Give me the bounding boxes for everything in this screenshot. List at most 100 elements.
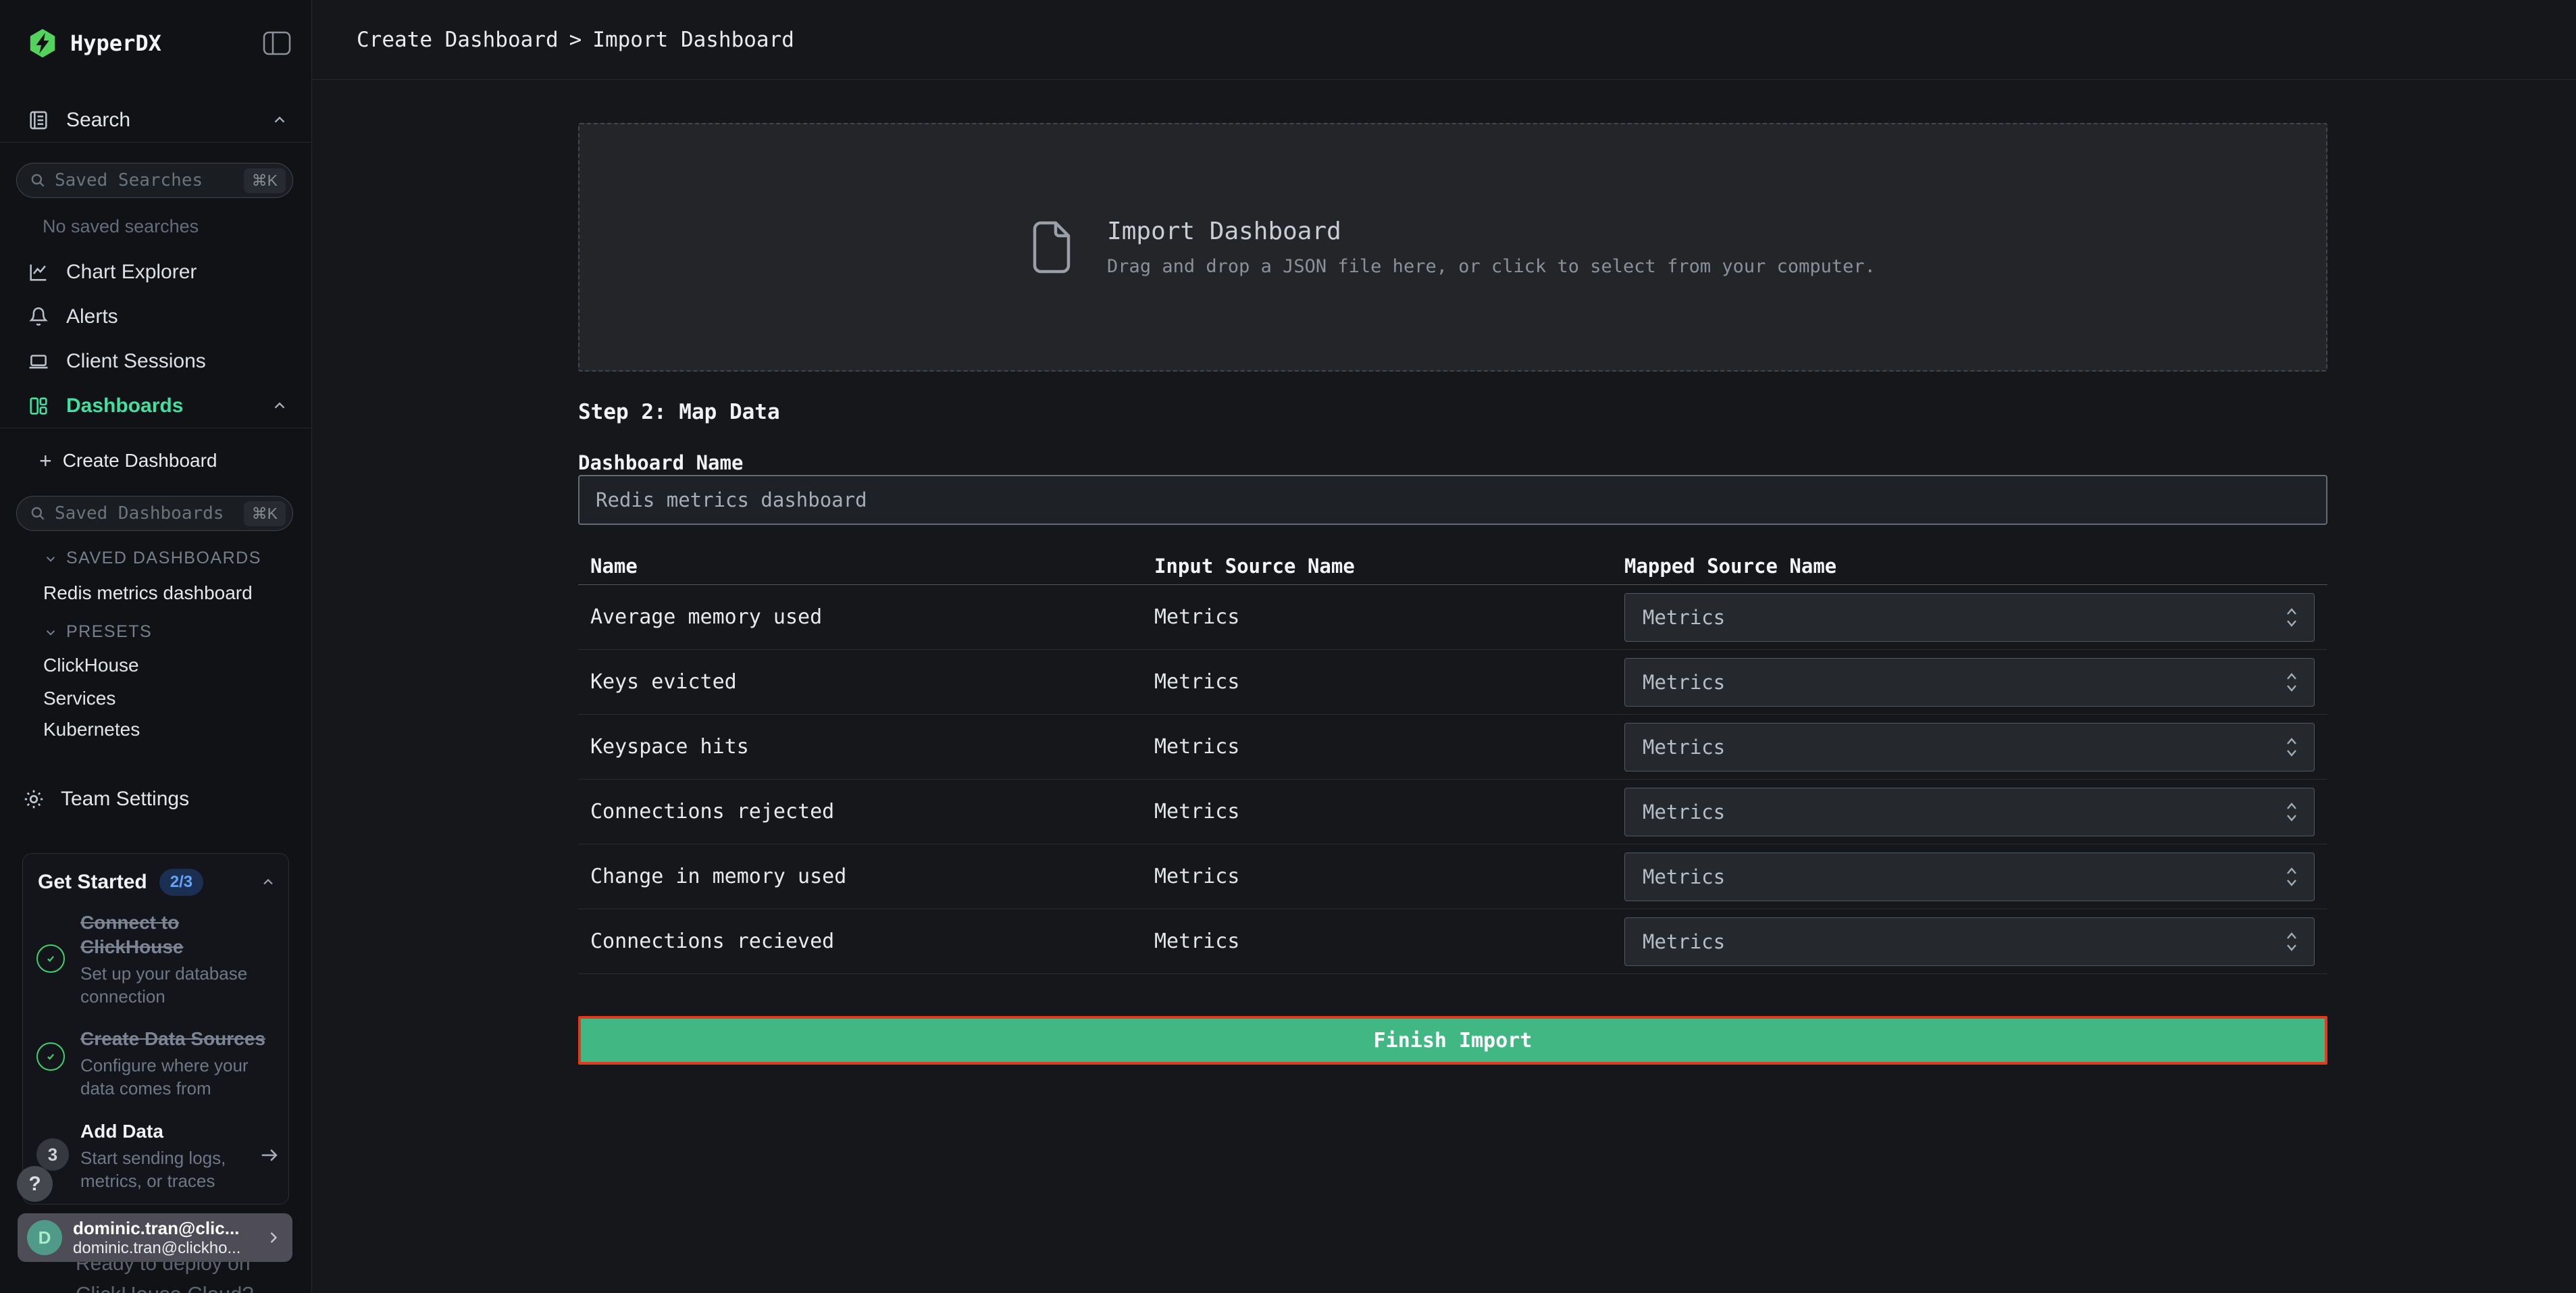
row-input-source: Metrics [1154,865,1624,888]
laptop-icon [27,350,50,373]
mapped-source-value: Metrics [1643,930,2284,953]
import-dropzone[interactable]: Import Dashboard Drag and drop a JSON fi… [578,123,2327,372]
finish-import-button[interactable]: Finish Import [578,1016,2327,1065]
column-header-mapped-source: Mapped Source Name [1624,555,2327,578]
mapped-source-select[interactable]: Metrics [1624,593,2315,642]
team-settings-button[interactable]: Team Settings [22,780,288,818]
preset-item-kubernetes[interactable]: Kubernetes [43,715,140,744]
mapped-source-select[interactable]: Metrics [1624,788,2315,836]
table-row: Average memory used Metrics Metrics [578,585,2327,650]
mapped-source-select[interactable]: Metrics [1624,723,2315,771]
sidebar-collapse-icon[interactable] [263,31,291,55]
user-account-chip[interactable]: D dominic.tran@clic... dominic.tran@clic… [18,1213,292,1262]
sidebar-search-label: Search [66,109,130,132]
get-started-item-title: Create Data Sources [80,1027,273,1051]
select-chevrons-icon [2284,930,2299,954]
search-icon [29,505,47,522]
get-started-item-title: Connect to ClickHouse [80,911,273,959]
row-input-source: Metrics [1154,670,1624,694]
step-number-badge: 3 [36,1138,69,1171]
column-header-input-source: Input Source Name [1154,555,1624,578]
get-started-item-add-data[interactable]: Add Data Start sending logs, metrics, or… [80,1119,249,1192]
mapped-source-select[interactable]: Metrics [1624,853,2315,901]
table-row: Change in memory used Metrics Metrics [578,844,2327,909]
row-name: Change in memory used [578,865,1154,888]
sidebar-item-dashboards[interactable]: Dashboards [27,384,288,428]
saved-dashboards-section-header[interactable]: SAVED DASHBOARDS [43,549,261,568]
row-name: Average memory used [578,605,1154,629]
mapped-source-select[interactable]: Metrics [1624,917,2315,966]
saved-searches-placeholder: Saved Searches [55,170,244,191]
preset-item-clickhouse[interactable]: ClickHouse [43,651,139,680]
sidebar-section-search[interactable]: Search [27,99,288,142]
sidebar-item-label: Chart Explorer [66,261,197,284]
table-row: Connections recieved Metrics Metrics [578,909,2327,974]
table-row: Connections rejected Metrics Metrics [578,780,2327,844]
get-started-progress-badge: 2/3 [159,869,203,896]
chevron-down-icon [43,625,58,640]
user-name: dominic.tran@clic... [73,1218,264,1239]
row-input-source: Metrics [1154,930,1624,953]
dropzone-subtitle: Drag and drop a JSON file here, or click… [1107,256,1876,277]
get-started-item-title: Add Data [80,1119,249,1144]
mapped-source-value: Metrics [1643,865,2284,888]
chevron-up-icon[interactable] [271,397,288,415]
help-button[interactable]: ? [17,1166,53,1202]
select-chevrons-icon [2284,605,2299,630]
sidebar-item-client-sessions[interactable]: Client Sessions [27,340,288,383]
arrow-right-icon[interactable] [258,1144,281,1167]
get-started-item-subtitle: Configure where your data comes from [80,1054,273,1100]
dashboard-layout-icon [27,395,50,417]
bell-icon [27,305,50,328]
sidebar-item-label: Alerts [66,305,118,328]
step-title: Step 2: Map Data [578,400,2327,424]
mapped-source-value: Metrics [1643,671,2284,694]
get-started-item-subtitle: Start sending logs, metrics, or traces [80,1146,249,1192]
chevron-up-icon[interactable] [271,111,288,129]
sidebar-header: HyperDX [27,24,291,62]
file-icon [1030,220,1073,274]
sidebar-item-alerts[interactable]: Alerts [27,295,288,338]
saved-dashboard-item[interactable]: Redis metrics dashboard [43,578,253,608]
table-header: Name Input Source Name Mapped Source Nam… [578,547,2327,585]
mapped-source-value: Metrics [1643,606,2284,629]
saved-searches-input[interactable]: Saved Searches ⌘K [16,163,293,198]
get-started-card: Get Started 2/3 Connect to ClickHouse Se… [22,853,289,1205]
sidebar-item-chart-explorer[interactable]: Chart Explorer [27,251,288,294]
chevron-up-icon[interactable] [260,874,276,890]
get-started-item-subtitle: Set up your database connection [80,962,273,1008]
shortcut-badge: ⌘K [244,501,286,526]
hyperdx-app: HyperDX Search Saved Searches ⌘K No sa [0,0,2576,1293]
dashboard-name-input[interactable] [578,475,2327,525]
create-dashboard-label: Create Dashboard [63,450,217,472]
promo-line-2: ClickHouse Cloud? [76,1282,254,1293]
saved-dashboards-input[interactable]: Saved Dashboards ⌘K [16,496,293,531]
breadcrumb-create-dashboard[interactable]: Create Dashboard [357,28,559,52]
row-input-source: Metrics [1154,735,1624,759]
journal-icon [27,109,50,132]
select-chevrons-icon [2284,865,2299,889]
dropzone-title: Import Dashboard [1107,218,1876,245]
plus-icon: + [39,449,52,474]
preset-item-services[interactable]: Services [43,684,115,713]
dashboard-name-label: Dashboard Name [578,451,2327,474]
table-row: Keys evicted Metrics Metrics [578,650,2327,715]
row-name: Keyspace hits [578,735,1154,759]
get-started-item-sources: Create Data Sources Configure where your… [80,1027,273,1100]
row-input-source: Metrics [1154,800,1624,823]
breadcrumb-import-dashboard: Import Dashboard [592,28,794,52]
dropzone-text: Import Dashboard Drag and drop a JSON fi… [1107,218,1876,277]
row-name: Connections rejected [578,800,1154,823]
row-name: Keys evicted [578,670,1154,694]
check-circle-icon [36,944,65,973]
saved-dashboards-placeholder: Saved Dashboards [55,503,244,524]
presets-section-header[interactable]: PRESETS [43,622,152,642]
mapped-source-value: Metrics [1643,736,2284,759]
search-icon [29,172,47,189]
create-dashboard-button[interactable]: + Create Dashboard [39,442,217,479]
gear-icon [22,787,46,811]
chevron-right-icon [264,1228,283,1247]
mapped-source-select[interactable]: Metrics [1624,658,2315,707]
select-chevrons-icon [2284,800,2299,824]
hyperdx-logo-icon [27,28,58,59]
